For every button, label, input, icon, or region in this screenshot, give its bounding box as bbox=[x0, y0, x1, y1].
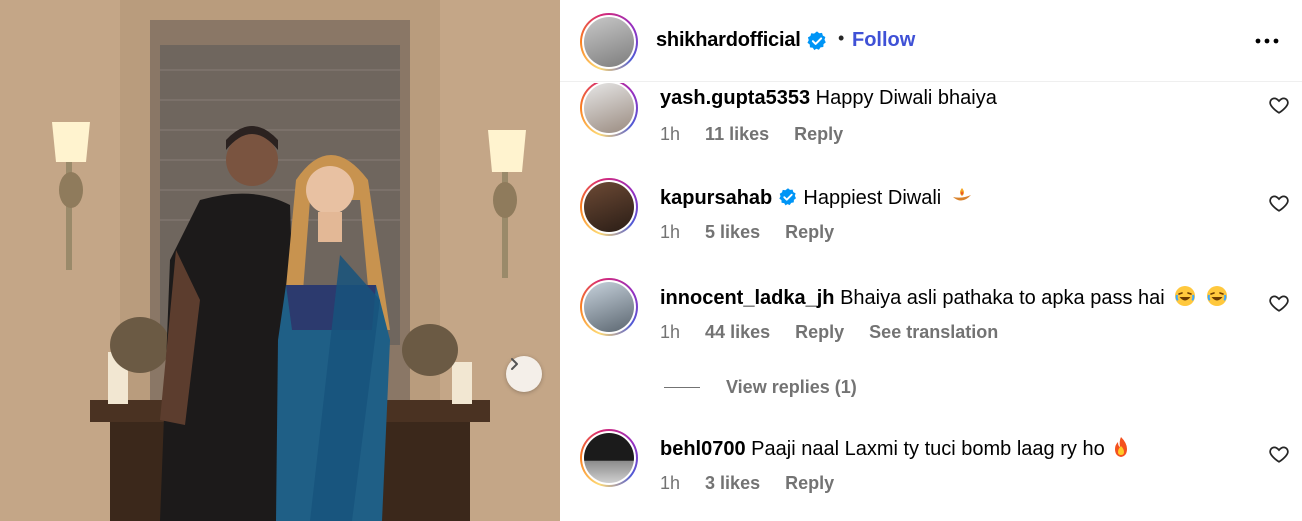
more-options-icon bbox=[1255, 38, 1279, 44]
commenter-avatar-ring[interactable] bbox=[580, 429, 638, 487]
diya-lamp-icon bbox=[952, 188, 971, 201]
comment-likes[interactable]: 3 likes bbox=[705, 473, 760, 493]
reply-button[interactable]: Reply bbox=[795, 322, 844, 342]
reply-button[interactable]: Reply bbox=[785, 222, 834, 242]
commenter-avatar-ring[interactable] bbox=[580, 178, 638, 236]
commenter-avatar[interactable] bbox=[584, 282, 634, 332]
comment-time[interactable]: 1h bbox=[660, 222, 680, 242]
post-header: shikhardofficial • Follow bbox=[560, 0, 1302, 82]
commenter-avatar-ring[interactable] bbox=[580, 83, 638, 137]
fire-emoji-icon bbox=[1115, 437, 1128, 457]
author-username[interactable]: shikhardofficial bbox=[656, 29, 801, 52]
laughing-emoji-icon bbox=[1175, 286, 1196, 306]
reply-button[interactable]: Reply bbox=[785, 473, 834, 493]
reply-button[interactable]: Reply bbox=[794, 124, 843, 144]
comment-likes[interactable]: 11 likes bbox=[705, 124, 769, 144]
follow-button[interactable]: Follow bbox=[852, 29, 915, 52]
comment-likes[interactable]: 44 likes bbox=[705, 322, 770, 342]
commenter-avatar[interactable] bbox=[584, 182, 634, 232]
heart-icon[interactable] bbox=[1268, 94, 1290, 116]
heart-icon[interactable] bbox=[1268, 292, 1290, 314]
view-replies-label: View replies (1) bbox=[726, 377, 857, 397]
comment-time[interactable]: 1h bbox=[660, 124, 680, 144]
laughing-emoji-icon bbox=[1206, 286, 1227, 306]
comment-text: Bhaiya asli pathaka to apka pass hai bbox=[840, 287, 1165, 309]
post-side-panel: shikhardofficial • Follow yash.gupta5353… bbox=[560, 0, 1302, 521]
header-separator: • bbox=[838, 28, 845, 48]
commenter-username[interactable]: yash.gupta5353 bbox=[660, 87, 810, 109]
comment-text: Paaji naal Laxmi ty tuci bomb laag ry ho bbox=[751, 438, 1105, 460]
commenter-username[interactable]: innocent_ladka_jh bbox=[660, 287, 835, 309]
verified-badge-icon bbox=[807, 31, 826, 51]
view-replies-button[interactable]: View replies (1) bbox=[664, 377, 857, 398]
heart-icon[interactable] bbox=[1268, 443, 1290, 465]
author-avatar[interactable] bbox=[584, 17, 634, 67]
verified-badge-icon bbox=[779, 188, 796, 206]
view-replies-rule bbox=[664, 387, 700, 388]
chevron-right-icon bbox=[511, 358, 518, 370]
commenter-avatar[interactable] bbox=[584, 433, 634, 483]
commenter-avatar-ring[interactable] bbox=[580, 278, 638, 336]
commenter-username[interactable]: behl0700 bbox=[660, 438, 746, 460]
commenter-avatar[interactable] bbox=[584, 83, 634, 133]
comment-text: Happiest Diwali bbox=[803, 187, 942, 209]
comment-time[interactable]: 1h bbox=[660, 473, 680, 493]
author-avatar-ring[interactable] bbox=[580, 13, 638, 71]
more-options-button[interactable] bbox=[1252, 26, 1282, 56]
comments-list: yash.gupta5353 Happy Diwali bhaiya 1h 11… bbox=[560, 83, 1302, 521]
comment-likes[interactable]: 5 likes bbox=[705, 222, 760, 242]
comment-text: Happy Diwali bhaiya bbox=[815, 87, 997, 109]
commenter-username[interactable]: kapursahab bbox=[660, 187, 772, 209]
post-photo-illustration bbox=[0, 0, 560, 521]
next-photo-button[interactable] bbox=[506, 356, 542, 392]
heart-icon[interactable] bbox=[1268, 192, 1290, 214]
comment-time[interactable]: 1h bbox=[660, 322, 680, 342]
post-photo bbox=[0, 0, 560, 521]
see-translation-button[interactable]: See translation bbox=[869, 322, 998, 342]
